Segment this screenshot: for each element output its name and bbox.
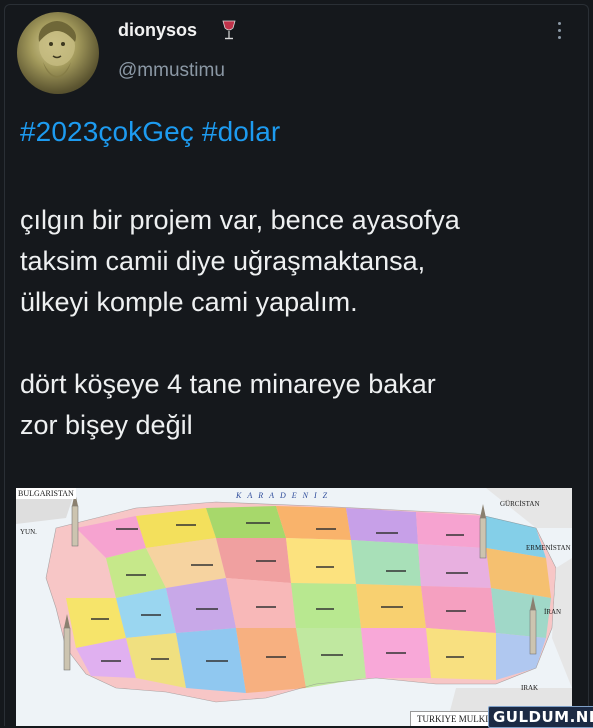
tweet-text: çılgın bir projem var, bence ayasofya ta… — [20, 205, 460, 440]
turkey-provinces-map — [16, 488, 572, 726]
map-label-iraq: IRAK — [521, 684, 539, 692]
map-label-iran: İRAN — [544, 608, 562, 616]
avatar[interactable] — [17, 12, 99, 94]
map-label-bulgaria: BULGARISTAN — [16, 488, 76, 499]
map-label-greece: YUN. — [20, 528, 37, 536]
hashtag-link[interactable]: #dolar — [202, 116, 280, 147]
hashtags: #2023çokGeç #dolar — [20, 116, 288, 148]
map-label-black-sea: KARADENIZ — [236, 491, 334, 500]
statue-avatar-image — [38, 21, 76, 78]
watermark-logo: GULDUM.NET — [488, 706, 593, 728]
map-label-georgia: GÜRCİSTAN — [500, 500, 540, 508]
wine-glass-icon — [222, 20, 236, 45]
tweet-image-map[interactable]: BULGARISTAN KARADENIZ GÜRCİSTAN ERMENİST… — [16, 488, 572, 726]
map-label-armenia: ERMENİSTAN — [526, 544, 571, 552]
hashtag-link[interactable]: #2023çokGeç — [20, 116, 194, 147]
display-name[interactable]: dionysos — [118, 20, 197, 41]
user-handle[interactable]: @mmustimu — [118, 60, 225, 82]
more-options-icon[interactable] — [556, 22, 562, 44]
